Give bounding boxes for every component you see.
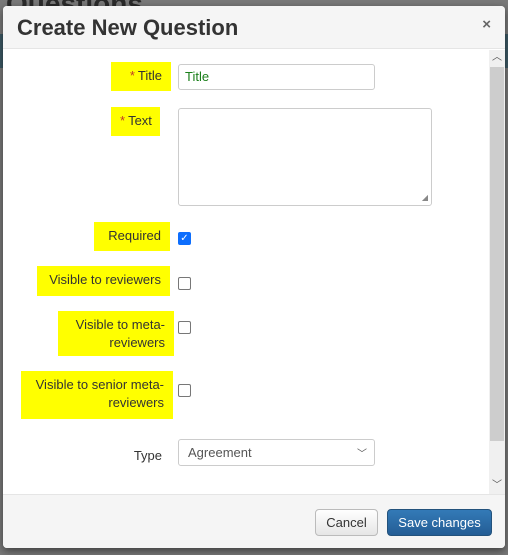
required-checkbox[interactable]: ✓ [178,232,191,245]
type-select-value: Agreement [188,445,252,460]
visible-reviewers-label: Visible to reviewers [37,266,170,296]
visible-reviewers-checkbox[interactable] [178,277,191,290]
modal-footer: Cancel Save changes [3,494,505,548]
title-input[interactable]: Title [178,64,375,90]
close-icon[interactable]: × [482,16,491,33]
visible-senior-label: Visible to senior meta-reviewers [21,371,173,419]
label-line: reviewers [108,395,164,410]
cancel-button[interactable]: Cancel [315,509,378,536]
resize-handle-icon[interactable]: ◢ [422,193,428,202]
modal-header: Create New Question × [3,6,505,49]
title-label-text: Title [137,68,162,83]
visible-meta-label: Visible to meta-reviewers [58,311,174,356]
label-line: Visible to meta- [75,317,165,332]
modal-body: * Title Title * Text ◢ Required ✓ Visible … [3,50,489,494]
required-asterisk: * [129,68,135,83]
visible-senior-checkbox[interactable] [178,384,191,397]
text-label-text: Text [128,113,152,128]
scrollbar[interactable]: ︿ ﹀ [489,50,505,494]
title-label: * Title [111,62,171,91]
visible-meta-checkbox[interactable] [178,321,191,334]
text-textarea[interactable]: ◢ [178,108,432,206]
type-label: Type [133,448,162,463]
save-changes-button[interactable]: Save changes [387,509,492,536]
label-line: reviewers [109,335,165,350]
scroll-up-icon[interactable]: ︿ [489,50,505,66]
create-question-modal: Create New Question × * Title Title * Text… [3,6,505,548]
type-select[interactable]: Agreement ﹀ [178,439,375,466]
text-label: * Text [111,107,160,136]
required-asterisk: * [120,113,126,128]
chevron-down-icon: ﹀ [357,449,367,460]
modal-title: Create New Question [17,15,239,40]
scrollbar-thumb[interactable] [490,67,504,441]
scroll-down-icon[interactable]: ﹀ [489,478,505,494]
label-line: Visible to senior meta- [35,377,164,392]
required-label: Required [94,222,170,251]
